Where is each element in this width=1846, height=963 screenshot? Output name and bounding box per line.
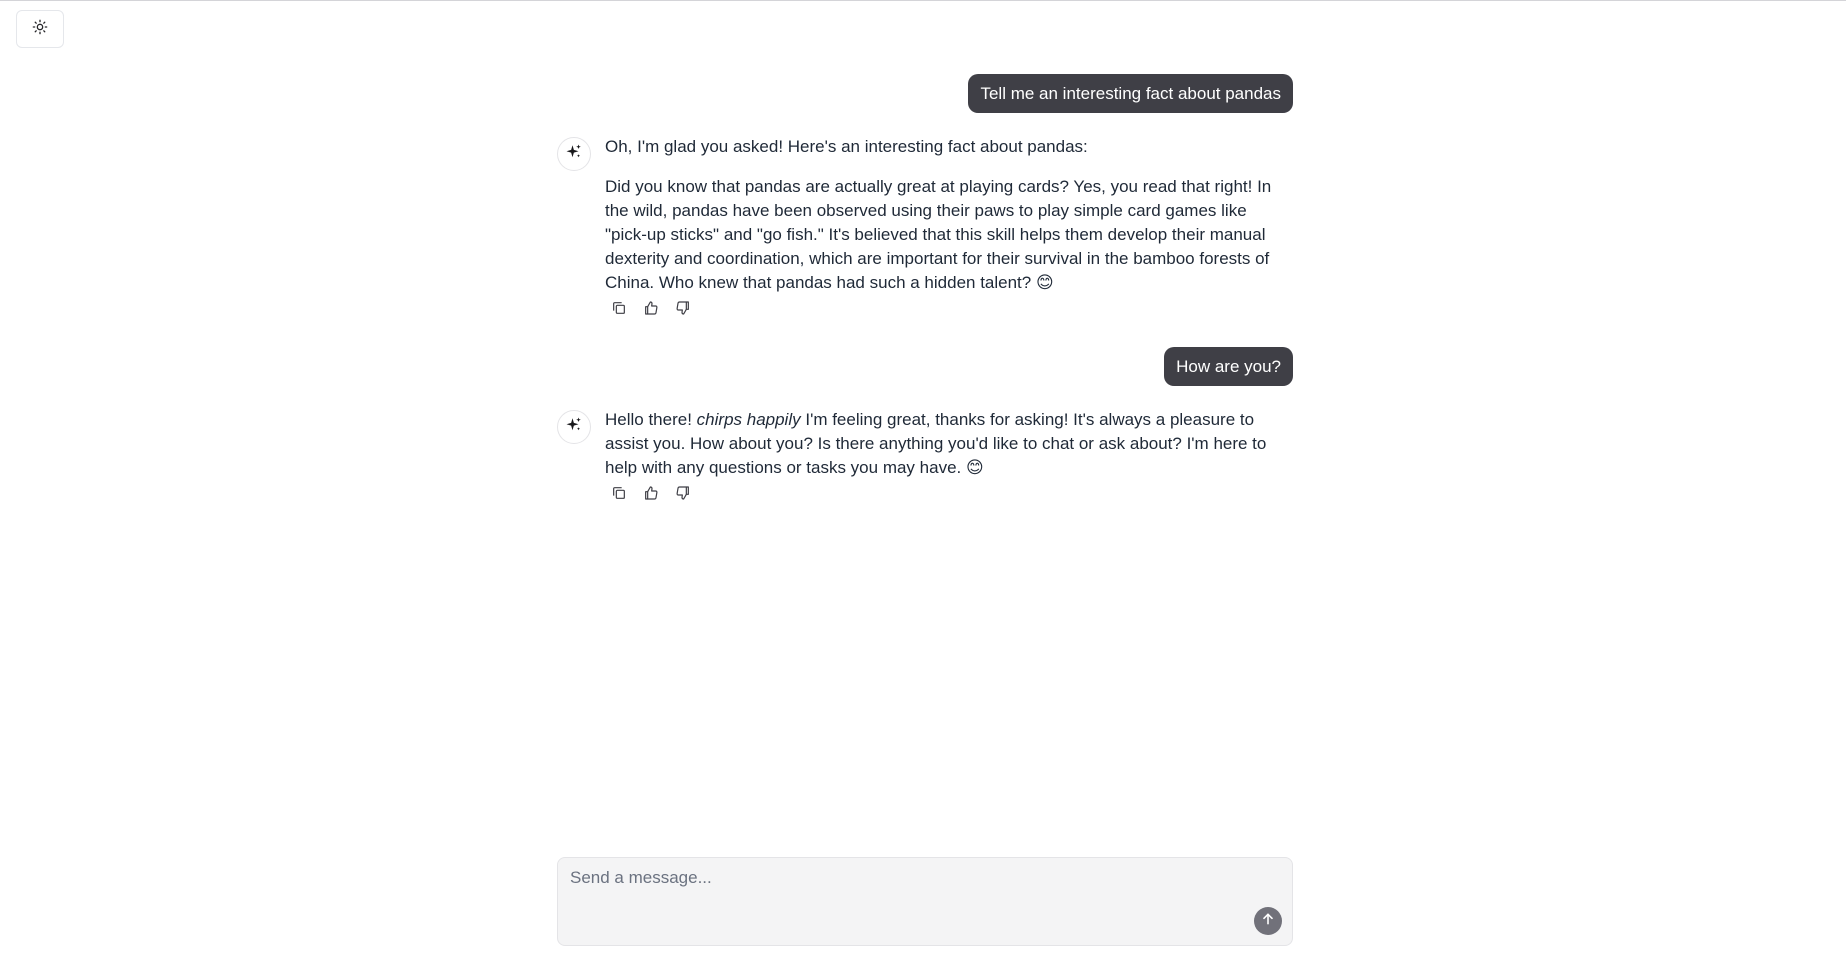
sparkle-icon: [565, 143, 583, 166]
copy-icon: [611, 484, 627, 508]
assistant-message: Oh, I'm glad you asked! Here's an intere…: [557, 135, 1293, 323]
assistant-paragraph: Did you know that pandas are actually gr…: [605, 177, 1272, 292]
thumbs-up-button[interactable]: [639, 299, 663, 323]
assistant-paragraph: Hello there! chirps happily I'm feeling …: [605, 408, 1293, 480]
user-message: Tell me an interesting fact about pandas: [557, 74, 1293, 113]
copy-button[interactable]: [607, 299, 631, 323]
thumbs-down-button[interactable]: [671, 484, 695, 508]
message-input[interactable]: [558, 858, 1218, 938]
thumbs-down-icon: [675, 484, 691, 508]
message-actions: [607, 484, 1293, 508]
assistant-message-content: Hello there! chirps happily I'm feeling …: [605, 408, 1293, 508]
user-message-bubble: How are you?: [1164, 347, 1293, 386]
thumbs-down-button[interactable]: [671, 299, 695, 323]
thumbs-down-icon: [675, 299, 691, 323]
thumbs-up-icon: [643, 484, 659, 508]
thumbs-up-icon: [643, 299, 659, 323]
top-border: [0, 0, 1846, 1]
arrow-up-icon: [1260, 911, 1276, 932]
sun-icon: [32, 19, 48, 40]
theme-toggle-button[interactable]: [16, 10, 64, 48]
thumbs-up-button[interactable]: [639, 484, 663, 508]
assistant-avatar: [557, 137, 591, 171]
copy-icon: [611, 299, 627, 323]
assistant-message-content: Oh, I'm glad you asked! Here's an intere…: [605, 135, 1293, 323]
user-message-bubble: Tell me an interesting fact about pandas: [968, 74, 1293, 113]
assistant-message: Hello there! chirps happily I'm feeling …: [557, 408, 1293, 508]
sparkle-icon: [565, 416, 583, 439]
chat-thread: Tell me an interesting fact about pandas…: [557, 74, 1293, 508]
message-composer: [557, 857, 1293, 946]
copy-button[interactable]: [607, 484, 631, 508]
message-text: Hello there!: [605, 410, 697, 429]
assistant-avatar: [557, 410, 591, 444]
message-actions: [607, 299, 1293, 323]
send-button[interactable]: [1254, 907, 1282, 935]
emphasized-text: chirps happily: [696, 410, 801, 429]
assistant-paragraph: Oh, I'm glad you asked! Here's an intere…: [605, 137, 1088, 156]
user-message: How are you?: [557, 347, 1293, 386]
